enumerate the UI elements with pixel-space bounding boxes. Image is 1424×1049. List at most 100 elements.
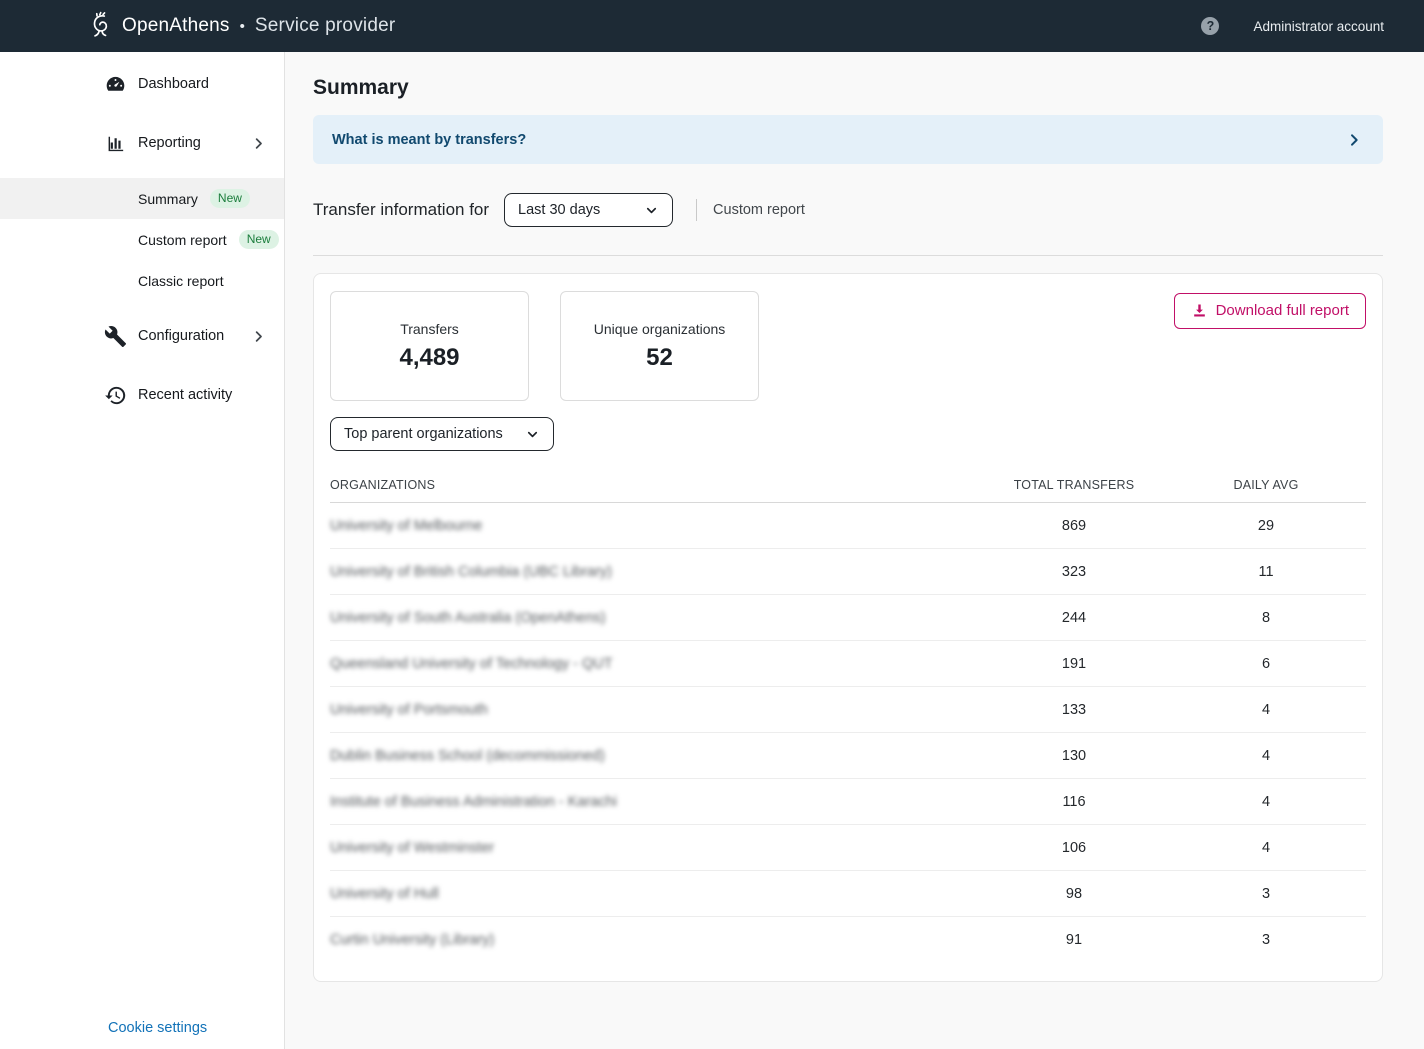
stat-label: Unique organizations — [594, 321, 726, 337]
organization-name: University of South Australia (OpenAthen… — [330, 610, 982, 626]
table-row: University of South Australia (OpenAthen… — [330, 595, 1366, 641]
transfers-info-banner[interactable]: What is meant by transfers? — [313, 115, 1383, 164]
sidebar-label: Custom report — [138, 232, 227, 248]
banner-text: What is meant by transfers? — [332, 132, 526, 148]
report-card: Transfers 4,489 Unique organizations 52 … — [313, 273, 1383, 982]
table-row: Dublin Business School (decommissioned) … — [330, 733, 1366, 779]
organization-name: University of Melbourne — [330, 518, 982, 534]
daily-avg-value: 4 — [1166, 702, 1366, 718]
main-content: Summary What is meant by transfers? Tran… — [285, 52, 1424, 1049]
new-badge: New — [239, 230, 279, 249]
organization-grouping-value: Top parent organizations — [344, 426, 503, 442]
table-row: University of Melbourne 869 29 — [330, 503, 1366, 549]
table-row: Queensland University of Technology - QU… — [330, 641, 1366, 687]
stat-value: 4,489 — [399, 344, 459, 372]
chevron-right-icon — [251, 329, 266, 344]
organization-name: Dublin Business School (decommissioned) — [330, 748, 982, 764]
sidebar-item-custom-report[interactable]: Custom report New — [0, 219, 284, 260]
table-row: Institute of Business Administration - K… — [330, 779, 1366, 825]
download-full-report-button[interactable]: Download full report — [1174, 293, 1366, 329]
daily-avg-value: 29 — [1166, 518, 1366, 534]
total-transfers-value: 133 — [982, 702, 1166, 718]
total-transfers-value: 323 — [982, 564, 1166, 580]
stat-card-unique-organizations: Unique organizations 52 — [560, 291, 759, 401]
table-row: University of British Columbia (UBC Libr… — [330, 549, 1366, 595]
date-range-select[interactable]: Last 30 days — [504, 193, 673, 227]
column-header-total-transfers: TOTAL TRANSFERS — [982, 478, 1166, 492]
sidebar: Dashboard Reporting Summary New Custom r… — [0, 52, 285, 1049]
daily-avg-value: 4 — [1166, 840, 1366, 856]
bar-chart-icon — [104, 132, 127, 155]
sidebar-label: Configuration — [138, 328, 224, 344]
section-divider — [313, 255, 1383, 256]
stat-label: Transfers — [400, 321, 459, 337]
daily-avg-value: 3 — [1166, 932, 1366, 948]
org-table-body: University of Melbourne 869 29 Universit… — [330, 503, 1366, 963]
table-header-row: ORGANIZATIONS TOTAL TRANSFERS DAILY AVG — [330, 478, 1366, 503]
sidebar-item-recent-activity[interactable]: Recent activity — [0, 371, 284, 419]
top-navbar: OpenAthens • Service provider ? Administ… — [0, 0, 1424, 52]
sidebar-label: Classic report — [138, 273, 224, 289]
vertical-divider — [696, 199, 697, 221]
download-button-label: Download full report — [1216, 302, 1349, 319]
stat-value: 52 — [646, 344, 673, 372]
date-range-value: Last 30 days — [518, 202, 600, 218]
new-badge: New — [210, 189, 250, 208]
cookie-settings-link[interactable]: Cookie settings — [108, 1020, 207, 1036]
brand-name: OpenAthens — [122, 15, 230, 37]
organization-name: Queensland University of Technology - QU… — [330, 656, 982, 672]
daily-avg-value: 3 — [1166, 886, 1366, 902]
sidebar-label: Dashboard — [138, 76, 209, 92]
help-icon[interactable]: ? — [1201, 17, 1219, 35]
wrench-icon — [104, 325, 127, 348]
table-row: Curtin University (Library) 91 3 — [330, 917, 1366, 963]
organization-grouping-select[interactable]: Top parent organizations — [330, 417, 554, 451]
dashboard-gauge-icon — [104, 73, 127, 96]
sidebar-item-configuration[interactable]: Configuration — [0, 312, 284, 360]
daily-avg-value: 4 — [1166, 794, 1366, 810]
column-header-organizations: ORGANIZATIONS — [330, 478, 982, 492]
organization-name: Curtin University (Library) — [330, 932, 982, 948]
table-row: University of Hull 98 3 — [330, 871, 1366, 917]
daily-avg-value: 8 — [1166, 610, 1366, 626]
table-row: University of Portsmouth 133 4 — [330, 687, 1366, 733]
sidebar-item-reporting[interactable]: Reporting — [0, 119, 284, 167]
total-transfers-value: 106 — [982, 840, 1166, 856]
account-menu[interactable]: Administrator account — [1253, 19, 1384, 34]
sidebar-label: Recent activity — [138, 387, 232, 403]
sidebar-label: Summary — [138, 191, 198, 207]
sidebar-item-dashboard[interactable]: Dashboard — [0, 60, 284, 108]
total-transfers-value: 116 — [982, 794, 1166, 810]
chevron-down-icon — [525, 427, 540, 442]
stat-card-transfers: Transfers 4,489 — [330, 291, 529, 401]
organization-name: Institute of Business Administration - K… — [330, 794, 982, 810]
table-row: University of Westminster 106 4 — [330, 825, 1366, 871]
organization-name: University of Westminster — [330, 840, 982, 856]
history-icon — [104, 384, 127, 407]
sidebar-item-summary[interactable]: Summary New — [0, 178, 284, 219]
daily-avg-value: 6 — [1166, 656, 1366, 672]
total-transfers-value: 130 — [982, 748, 1166, 764]
total-transfers-value: 191 — [982, 656, 1166, 672]
openathens-logo-icon — [88, 11, 115, 41]
total-transfers-value: 869 — [982, 518, 1166, 534]
total-transfers-value: 98 — [982, 886, 1166, 902]
total-transfers-value: 91 — [982, 932, 1166, 948]
sidebar-item-classic-report[interactable]: Classic report — [0, 260, 284, 301]
chevron-right-icon[interactable] — [1346, 132, 1362, 148]
total-transfers-value: 244 — [982, 610, 1166, 626]
organization-name: University of Hull — [330, 886, 982, 902]
download-icon — [1191, 302, 1208, 319]
filter-label: Transfer information for — [313, 200, 489, 220]
daily-avg-value: 11 — [1166, 564, 1366, 580]
sidebar-label: Reporting — [138, 135, 201, 151]
chevron-down-icon — [644, 203, 659, 218]
brand-separator: • — [240, 18, 245, 35]
organization-name: University of Portsmouth — [330, 702, 982, 718]
custom-report-link[interactable]: Custom report — [713, 202, 805, 218]
daily-avg-value: 4 — [1166, 748, 1366, 764]
organizations-table: ORGANIZATIONS TOTAL TRANSFERS DAILY AVG … — [330, 478, 1366, 963]
product-name: Service provider — [255, 15, 395, 37]
chevron-right-icon — [251, 136, 266, 151]
column-header-daily-avg: DAILY AVG — [1166, 478, 1366, 492]
